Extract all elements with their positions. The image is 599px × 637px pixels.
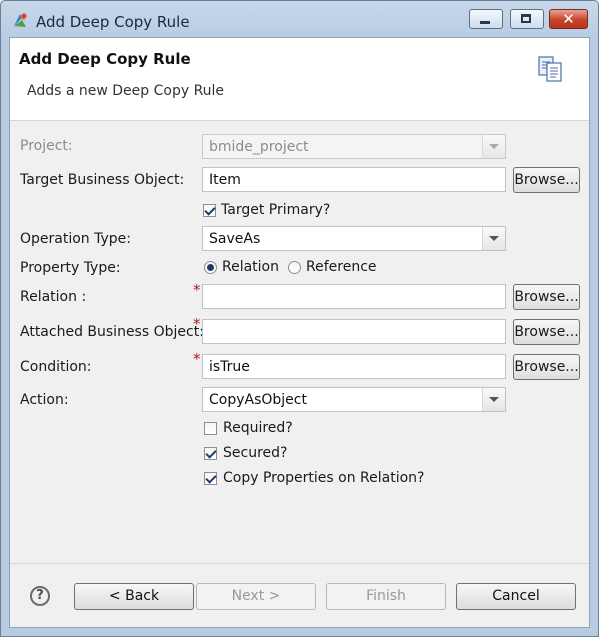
next-button: Next > <box>196 583 316 610</box>
chevron-down-icon[interactable] <box>482 227 505 250</box>
footer-separator <box>10 563 589 564</box>
window-title: Add Deep Copy Rule <box>36 13 190 31</box>
action-label: Action: <box>20 392 69 408</box>
target-primary-label: Target Primary? <box>221 202 331 218</box>
condition-input[interactable]: isTrue <box>202 354 506 379</box>
property-type-label: Property Type: <box>20 260 121 276</box>
target-primary-checkbox[interactable] <box>203 204 216 217</box>
page-description: Adds a new Deep Copy Rule <box>27 83 225 99</box>
operation-type-value: SaveAs <box>209 231 261 247</box>
relation-browse-button[interactable]: Browse... <box>513 284 580 310</box>
title-bar[interactable]: Add Deep Copy Rule ✕ <box>1 1 598 37</box>
chevron-down-icon <box>482 135 505 158</box>
dialog-window: Add Deep Copy Rule ✕ Add Deep Copy Rule … <box>0 0 599 637</box>
close-icon: ✕ <box>562 10 575 28</box>
attached-bo-required-mark: * <box>193 315 201 333</box>
copy-properties-checkbox[interactable] <box>204 472 217 485</box>
maximize-button[interactable] <box>510 9 544 29</box>
target-bo-browse-button[interactable]: Browse... <box>513 167 580 193</box>
condition-required-mark: * <box>193 350 201 368</box>
help-icon[interactable]: ? <box>30 586 50 606</box>
reference-radio[interactable] <box>288 261 301 274</box>
page-title: Add Deep Copy Rule <box>19 50 191 68</box>
target-bo-value: Item <box>209 172 241 188</box>
required-checkbox[interactable] <box>204 422 217 435</box>
relation-radio-label: Relation <box>222 259 279 275</box>
relation-required-mark: * <box>193 281 201 299</box>
project-label: Project: <box>20 138 73 154</box>
minimize-icon <box>480 21 490 24</box>
wizard-header: Add Deep Copy Rule Adds a new Deep Copy … <box>10 38 589 121</box>
relation-label: Relation : <box>20 289 87 305</box>
attached-bo-browse-button[interactable]: Browse... <box>513 319 580 345</box>
operation-type-label: Operation Type: <box>20 231 131 247</box>
reference-radio-label: Reference <box>306 259 377 275</box>
attached-bo-label: Attached Business Object: <box>20 324 204 340</box>
maximize-icon <box>521 14 531 23</box>
secured-checkbox[interactable] <box>204 447 217 460</box>
copy-document-icon <box>538 56 562 82</box>
project-combo: bmide_project <box>202 134 506 159</box>
relation-input[interactable] <box>202 284 506 309</box>
cancel-button[interactable]: Cancel <box>456 583 576 610</box>
action-value: CopyAsObject <box>209 392 307 408</box>
back-button[interactable]: < Back <box>74 583 194 610</box>
finish-button: Finish <box>326 583 446 610</box>
target-bo-input[interactable]: Item <box>202 167 506 192</box>
secured-label: Secured? <box>223 445 288 461</box>
target-bo-label: Target Business Object: <box>20 172 185 188</box>
action-combo[interactable]: CopyAsObject <box>202 387 506 412</box>
condition-label: Condition: <box>20 359 92 375</box>
relation-radio[interactable] <box>204 261 217 274</box>
project-value: bmide_project <box>209 139 309 155</box>
operation-type-combo[interactable]: SaveAs <box>202 226 506 251</box>
attached-bo-input[interactable] <box>202 319 506 344</box>
condition-browse-button[interactable]: Browse... <box>513 354 580 380</box>
copy-properties-label: Copy Properties on Relation? <box>223 470 425 486</box>
condition-value: isTrue <box>209 359 250 375</box>
minimize-button[interactable] <box>469 9 503 29</box>
required-label: Required? <box>223 420 293 436</box>
dialog-client-area: Add Deep Copy Rule Adds a new Deep Copy … <box>9 37 590 628</box>
chevron-down-icon[interactable] <box>482 388 505 411</box>
app-icon <box>14 13 27 27</box>
close-button[interactable]: ✕ <box>549 9 588 29</box>
